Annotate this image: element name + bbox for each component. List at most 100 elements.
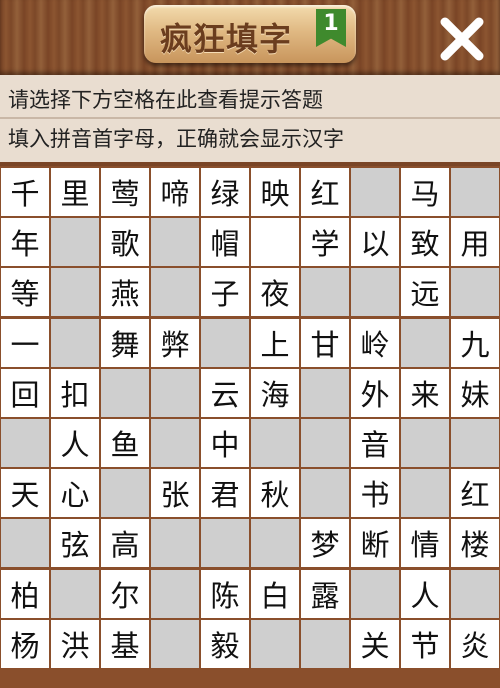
blank-cell[interactable] [51, 318, 99, 367]
grid-cell[interactable]: 妹 [451, 368, 499, 417]
grid-cell[interactable]: 致 [401, 218, 449, 267]
blank-cell[interactable] [201, 519, 249, 568]
grid-cell[interactable]: 岭 [351, 318, 399, 367]
blank-cell[interactable] [451, 168, 499, 216]
grid-cell[interactable]: 节 [401, 619, 449, 668]
grid-cell[interactable]: 莺 [101, 168, 149, 216]
grid-cell[interactable]: 子 [201, 268, 249, 317]
grid-cell[interactable]: 毅 [201, 619, 249, 668]
grid-cell[interactable]: 弦 [51, 519, 99, 568]
grid-cell[interactable]: 啼 [151, 168, 199, 216]
grid-cell[interactable]: 弊 [151, 318, 199, 367]
grid-cell[interactable]: 外 [351, 368, 399, 417]
blank-cell[interactable] [401, 318, 449, 367]
grid-cell[interactable]: 一 [1, 318, 49, 367]
grid-cell[interactable]: 柏 [1, 569, 49, 618]
blank-cell[interactable] [451, 268, 499, 317]
grid-cell[interactable]: 秋 [251, 469, 299, 518]
grid-cell[interactable]: 人 [51, 419, 99, 467]
blank-cell[interactable] [151, 368, 199, 417]
grid-cell[interactable]: 等 [1, 268, 49, 317]
blank-cell[interactable] [351, 569, 399, 618]
grid-cell[interactable]: 露 [301, 569, 349, 618]
grid-cell[interactable]: 远 [401, 268, 449, 317]
blank-cell[interactable] [101, 469, 149, 518]
grid-cell[interactable]: 杨 [1, 619, 49, 668]
grid-cell[interactable]: 舞 [101, 318, 149, 367]
grid-cell[interactable]: 海 [251, 368, 299, 417]
grid-cell[interactable]: 陈 [201, 569, 249, 618]
blank-cell[interactable] [301, 368, 349, 417]
grid-cell[interactable]: 映 [251, 168, 299, 216]
blank-cell[interactable] [51, 268, 99, 317]
grid-cell[interactable]: 洪 [51, 619, 99, 668]
blank-cell[interactable] [401, 469, 449, 518]
blank-cell[interactable] [1, 519, 49, 568]
grid-cell[interactable]: 鱼 [101, 419, 149, 467]
blank-cell[interactable] [301, 469, 349, 518]
grid-cell[interactable]: 年 [1, 218, 49, 267]
grid-cell[interactable] [251, 218, 299, 267]
blank-cell[interactable] [301, 268, 349, 317]
blank-cell[interactable] [201, 318, 249, 367]
grid-cell[interactable]: 炎 [451, 619, 499, 668]
blank-cell[interactable] [151, 519, 199, 568]
grid-cell[interactable]: 楼 [451, 519, 499, 568]
grid-cell[interactable]: 上 [251, 318, 299, 367]
grid-cell[interactable]: 歌 [101, 218, 149, 267]
grid-cell[interactable]: 高 [101, 519, 149, 568]
blank-cell[interactable] [251, 519, 299, 568]
close-button[interactable] [435, 12, 489, 66]
grid-cell[interactable]: 来 [401, 368, 449, 417]
blank-cell[interactable] [251, 619, 299, 668]
grid-cell[interactable]: 马 [401, 168, 449, 216]
grid-cell[interactable]: 断 [351, 519, 399, 568]
grid-cell[interactable]: 音 [351, 419, 399, 467]
grid-cell[interactable]: 帽 [201, 218, 249, 267]
grid-cell[interactable]: 用 [451, 218, 499, 267]
grid-cell[interactable]: 云 [201, 368, 249, 417]
grid-cell[interactable]: 里 [51, 168, 99, 216]
blank-cell[interactable] [351, 268, 399, 317]
blank-cell[interactable] [351, 168, 399, 216]
blank-cell[interactable] [1, 419, 49, 467]
blank-cell[interactable] [451, 419, 499, 467]
blank-cell[interactable] [151, 569, 199, 618]
grid-cell[interactable]: 人 [401, 569, 449, 618]
grid-cell[interactable]: 甘 [301, 318, 349, 367]
blank-cell[interactable] [451, 569, 499, 618]
grid-cell[interactable]: 情 [401, 519, 449, 568]
blank-cell[interactable] [251, 419, 299, 467]
blank-cell[interactable] [151, 619, 199, 668]
grid-cell[interactable]: 绿 [201, 168, 249, 216]
grid-cell[interactable]: 君 [201, 469, 249, 518]
grid-cell[interactable]: 白 [251, 569, 299, 618]
grid-cell[interactable]: 张 [151, 469, 199, 518]
grid-cell[interactable]: 关 [351, 619, 399, 668]
grid-cell[interactable]: 学 [301, 218, 349, 267]
grid-cell[interactable]: 燕 [101, 268, 149, 317]
grid-cell[interactable]: 九 [451, 318, 499, 367]
blank-cell[interactable] [401, 419, 449, 467]
grid-cell[interactable]: 千 [1, 168, 49, 216]
blank-cell[interactable] [51, 218, 99, 267]
blank-cell[interactable] [301, 419, 349, 467]
grid-cell[interactable]: 天 [1, 469, 49, 518]
grid-cell[interactable]: 书 [351, 469, 399, 518]
blank-cell[interactable] [51, 569, 99, 618]
grid-cell[interactable]: 回 [1, 368, 49, 417]
grid-cell[interactable]: 红 [451, 469, 499, 518]
blank-cell[interactable] [151, 419, 199, 467]
grid-cell[interactable]: 夜 [251, 268, 299, 317]
grid-cell[interactable]: 基 [101, 619, 149, 668]
grid-cell[interactable]: 红 [301, 168, 349, 216]
blank-cell[interactable] [301, 619, 349, 668]
blank-cell[interactable] [151, 218, 199, 267]
grid-cell[interactable]: 以 [351, 218, 399, 267]
grid-cell[interactable]: 尔 [101, 569, 149, 618]
blank-cell[interactable] [151, 268, 199, 317]
grid-cell[interactable]: 中 [201, 419, 249, 467]
grid-cell[interactable]: 心 [51, 469, 99, 518]
blank-cell[interactable] [101, 368, 149, 417]
grid-cell[interactable]: 梦 [301, 519, 349, 568]
